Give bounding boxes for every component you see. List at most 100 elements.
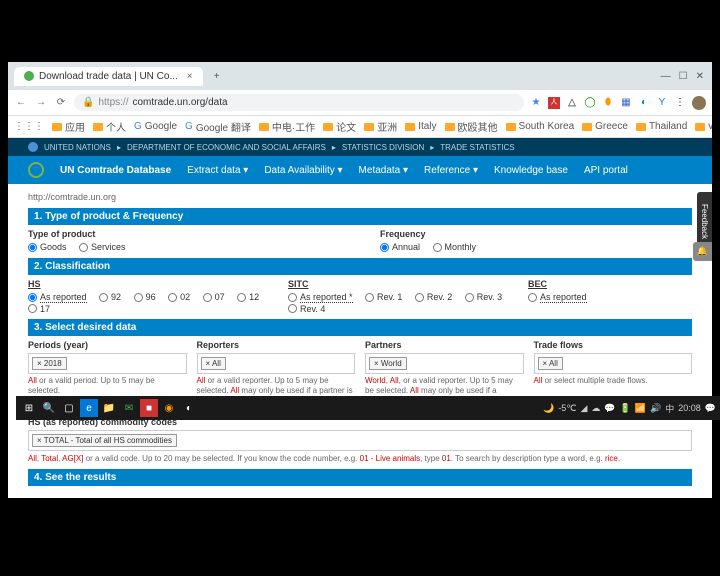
page-content: UNITED NATIONS ▸ DEPARTMENT OF ECONOMIC … bbox=[8, 138, 712, 498]
search-icon[interactable]: 🔍 bbox=[40, 399, 58, 417]
section-header-1: 1. Type of product & Frequency bbox=[28, 208, 692, 225]
breadcrumb-item[interactable]: DEPARTMENT OF ECONOMIC AND SOCIAL AFFAIR… bbox=[127, 143, 326, 152]
bookmark-item[interactable]: 个人 bbox=[93, 119, 126, 134]
action-center-icon[interactable]: 💬 bbox=[705, 403, 716, 414]
bookmark-item[interactable]: Italy bbox=[405, 121, 436, 132]
radio-sitc-rev3[interactable]: Rev. 3 bbox=[465, 292, 502, 302]
taskbar-app[interactable]: e bbox=[80, 399, 98, 417]
taskbar-app[interactable]: ◉ bbox=[160, 399, 178, 417]
start-button[interactable]: ⊞ bbox=[20, 399, 38, 417]
ext-icon-2[interactable]: △ bbox=[566, 97, 578, 109]
reporters-tag[interactable]: × All bbox=[201, 357, 226, 370]
bookmark-item[interactable]: vietnam bbox=[695, 121, 712, 132]
tray-icon[interactable]: 📶 bbox=[635, 403, 646, 414]
radio-annual[interactable]: Annual bbox=[380, 242, 420, 252]
ext-icon-6[interactable]: ◐ bbox=[638, 97, 650, 109]
taskview-icon[interactable]: ▢ bbox=[60, 399, 78, 417]
nav-extract-data[interactable]: Extract data ▾ bbox=[187, 165, 248, 176]
radio-monthly[interactable]: Monthly bbox=[433, 242, 477, 252]
tray-icon[interactable]: 💬 bbox=[604, 403, 615, 414]
tab-close-icon[interactable]: × bbox=[187, 71, 193, 82]
reload-icon[interactable]: ⟳ bbox=[54, 97, 68, 108]
radio-hs-12[interactable]: 12 bbox=[237, 292, 259, 302]
commodity-input[interactable]: × TOTAL - Total of all HS commodities bbox=[28, 430, 692, 451]
star-icon[interactable]: ★ bbox=[530, 97, 542, 109]
tray-icon[interactable]: 🔋 bbox=[620, 403, 631, 414]
ext-icon-7[interactable]: Y bbox=[656, 97, 668, 109]
tray-icon[interactable]: ◢ bbox=[580, 403, 587, 414]
breadcrumb-item[interactable]: UNITED NATIONS bbox=[44, 143, 111, 152]
radio-services[interactable]: Services bbox=[79, 242, 126, 252]
taskbar-app[interactable]: 📁 bbox=[100, 399, 118, 417]
taskbar-app[interactable]: ✉ bbox=[120, 399, 138, 417]
tab-favicon bbox=[24, 71, 34, 81]
radio-sitc-rev4[interactable]: Rev. 4 bbox=[288, 304, 325, 314]
bookmark-item[interactable]: 欧殴其他 bbox=[445, 119, 498, 134]
breadcrumb-item[interactable]: STATISTICS DIVISION bbox=[342, 143, 424, 152]
commodity-tag[interactable]: × TOTAL - Total of all HS commodities bbox=[32, 434, 177, 447]
address-bar: ← → ⟳ 🔒 https://comtrade.un.org/data ★ 人… bbox=[8, 90, 712, 116]
taskbar-app[interactable]: ◐ bbox=[180, 399, 198, 417]
periods-input[interactable]: × 2018 bbox=[28, 353, 187, 374]
bookmark-item[interactable]: GGoogle 翻译 bbox=[185, 119, 251, 134]
nav-knowledge-base[interactable]: Knowledge base bbox=[494, 165, 568, 176]
radio-hs-02[interactable]: 02 bbox=[168, 292, 190, 302]
window-close[interactable]: ✕ bbox=[696, 71, 704, 82]
radio-hs-92[interactable]: 92 bbox=[99, 292, 121, 302]
ext-icon-3[interactable]: ◯ bbox=[584, 97, 596, 109]
breadcrumb-item[interactable]: TRADE STATISTICS bbox=[440, 143, 514, 152]
radio-sitc-asreported[interactable]: As reported * bbox=[288, 292, 353, 303]
weather-icon[interactable]: 🌙 bbox=[543, 403, 554, 414]
tray-icon[interactable]: 🔊 bbox=[650, 403, 661, 414]
section-header-4: 4. See the results bbox=[28, 469, 692, 486]
nav-data-availability[interactable]: Data Availability ▾ bbox=[264, 165, 342, 176]
bec-label: BEC bbox=[528, 279, 597, 289]
browser-tab[interactable]: Download trade data | UN Co... × bbox=[14, 67, 203, 86]
forward-icon[interactable]: → bbox=[34, 97, 48, 108]
bookmark-item[interactable]: 应用 bbox=[52, 119, 85, 134]
taskbar-app[interactable]: ■ bbox=[140, 399, 158, 417]
bookmark-item[interactable]: South Korea bbox=[506, 121, 575, 132]
bookmark-item[interactable]: GGoogle bbox=[134, 121, 177, 132]
tray-icon[interactable]: ☁ bbox=[591, 403, 600, 414]
periods-tag[interactable]: × 2018 bbox=[32, 357, 67, 370]
clock[interactable]: 20:08 bbox=[678, 403, 701, 413]
ext-icon-5[interactable]: ▦ bbox=[620, 97, 632, 109]
tradeflows-tag[interactable]: × All bbox=[538, 357, 563, 370]
radio-goods[interactable]: Goods bbox=[28, 242, 67, 252]
radio-bec-asreported[interactable]: As reported bbox=[528, 292, 587, 303]
nav-api-portal[interactable]: API portal bbox=[584, 165, 628, 176]
bookmark-item[interactable]: 中电·工作 bbox=[259, 119, 315, 134]
notification-bell-icon[interactable]: 🔔 bbox=[693, 242, 712, 261]
bookmark-item[interactable]: 亚洲 bbox=[364, 119, 397, 134]
radio-hs-07[interactable]: 07 bbox=[203, 292, 225, 302]
menu-icon[interactable]: ⋮ bbox=[674, 97, 686, 109]
bookmark-item[interactable]: 论文 bbox=[323, 119, 356, 134]
back-icon[interactable]: ← bbox=[14, 97, 28, 108]
profile-avatar[interactable] bbox=[692, 96, 706, 110]
nav-metadata[interactable]: Metadata ▾ bbox=[359, 165, 409, 176]
radio-hs-asreported[interactable]: As reported bbox=[28, 292, 87, 303]
window-maximize[interactable]: ☐ bbox=[679, 71, 688, 82]
radio-hs-96[interactable]: 96 bbox=[134, 292, 156, 302]
new-tab-button[interactable]: + bbox=[207, 66, 227, 86]
apps-icon[interactable]: ⋮⋮⋮ bbox=[14, 121, 44, 132]
un-logo-icon bbox=[28, 142, 38, 152]
partners-tag[interactable]: × World bbox=[369, 357, 407, 370]
bookmark-item[interactable]: Greece bbox=[582, 121, 628, 132]
ime-indicator[interactable]: 中 bbox=[665, 402, 674, 415]
reporters-input[interactable]: × All bbox=[197, 353, 356, 374]
partners-label: Partners bbox=[365, 340, 524, 350]
url-input[interactable]: 🔒 https://comtrade.un.org/data bbox=[74, 94, 524, 111]
ext-icon-1[interactable]: 人 bbox=[548, 97, 560, 109]
nav-reference[interactable]: Reference ▾ bbox=[424, 165, 478, 176]
window-minimize[interactable]: — bbox=[661, 71, 671, 82]
tradeflows-input[interactable]: × All bbox=[534, 353, 693, 374]
ext-icon-4[interactable]: ⬮ bbox=[602, 97, 614, 109]
radio-hs-17[interactable]: 17 bbox=[28, 304, 50, 314]
radio-sitc-rev2[interactable]: Rev. 2 bbox=[415, 292, 452, 302]
radio-sitc-rev1[interactable]: Rev. 1 bbox=[365, 292, 402, 302]
commodity-hint: All, Total, AG[X] or a valid code. Up to… bbox=[28, 454, 692, 464]
bookmark-item[interactable]: Thailand bbox=[636, 121, 687, 132]
partners-input[interactable]: × World bbox=[365, 353, 524, 374]
